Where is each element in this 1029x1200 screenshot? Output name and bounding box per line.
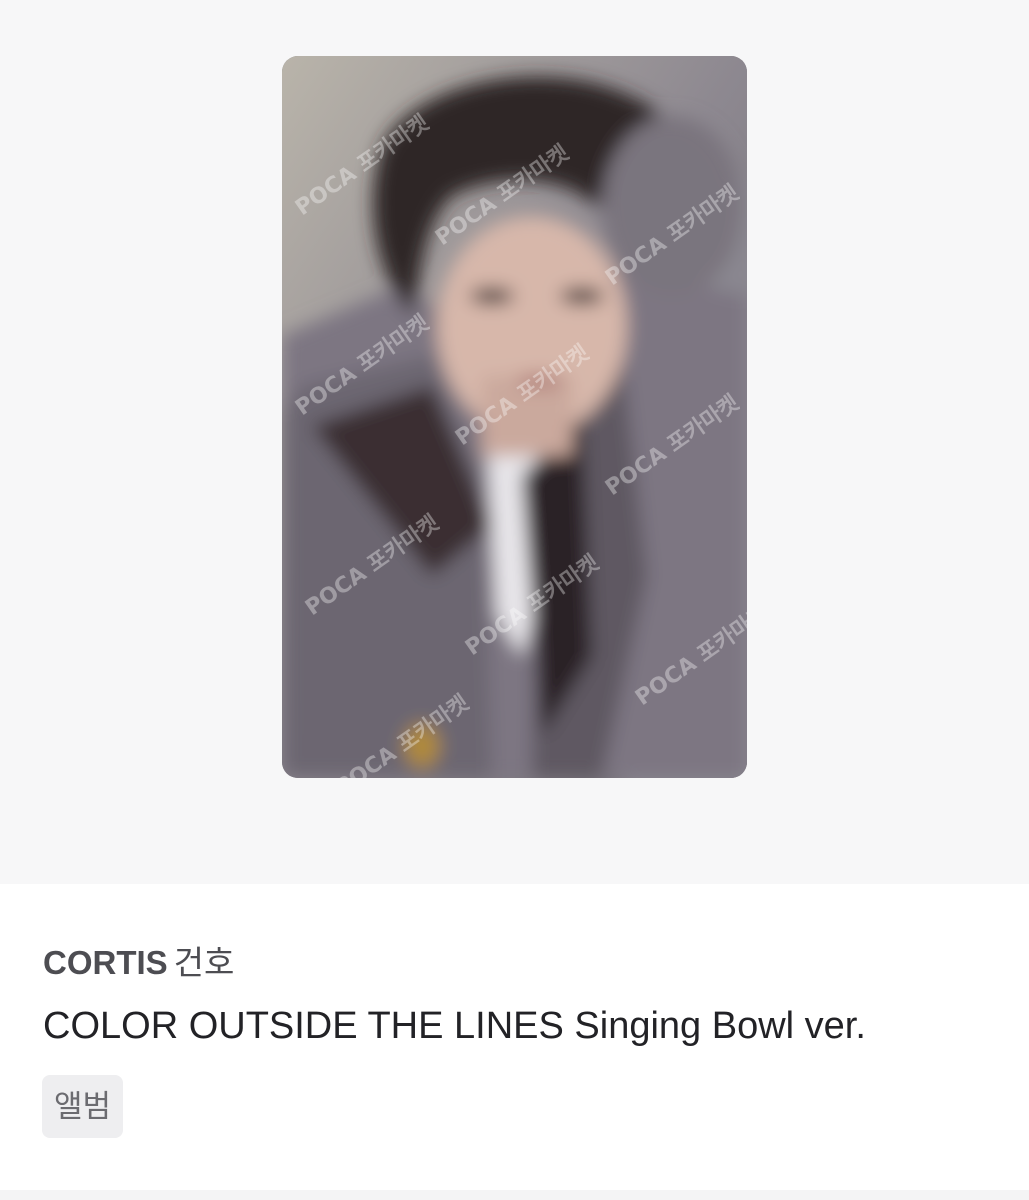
photocard-photo: POCA 포카마켓 POCA 포카마켓 POCA 포카마켓 POCA 포카마켓 … (282, 56, 747, 778)
section-divider (0, 1190, 1029, 1200)
member-name[interactable]: 건호 (174, 944, 235, 981)
group-name[interactable]: CORTIS (43, 944, 168, 981)
product-image-area: POCA 포카마켓 POCA 포카마켓 POCA 포카마켓 POCA 포카마켓 … (0, 0, 1029, 884)
artist-line: CORTIS 건호 (43, 944, 234, 982)
album-title: COLOR OUTSIDE THE LINES Singing Bowl ver… (43, 1005, 866, 1047)
photocard-image[interactable]: POCA 포카마켓 POCA 포카마켓 POCA 포카마켓 POCA 포카마켓 … (282, 56, 747, 778)
product-info: CORTIS 건호 COLOR OUTSIDE THE LINES Singing… (0, 884, 1029, 1190)
category-tag[interactable]: 앨범 (42, 1075, 124, 1138)
